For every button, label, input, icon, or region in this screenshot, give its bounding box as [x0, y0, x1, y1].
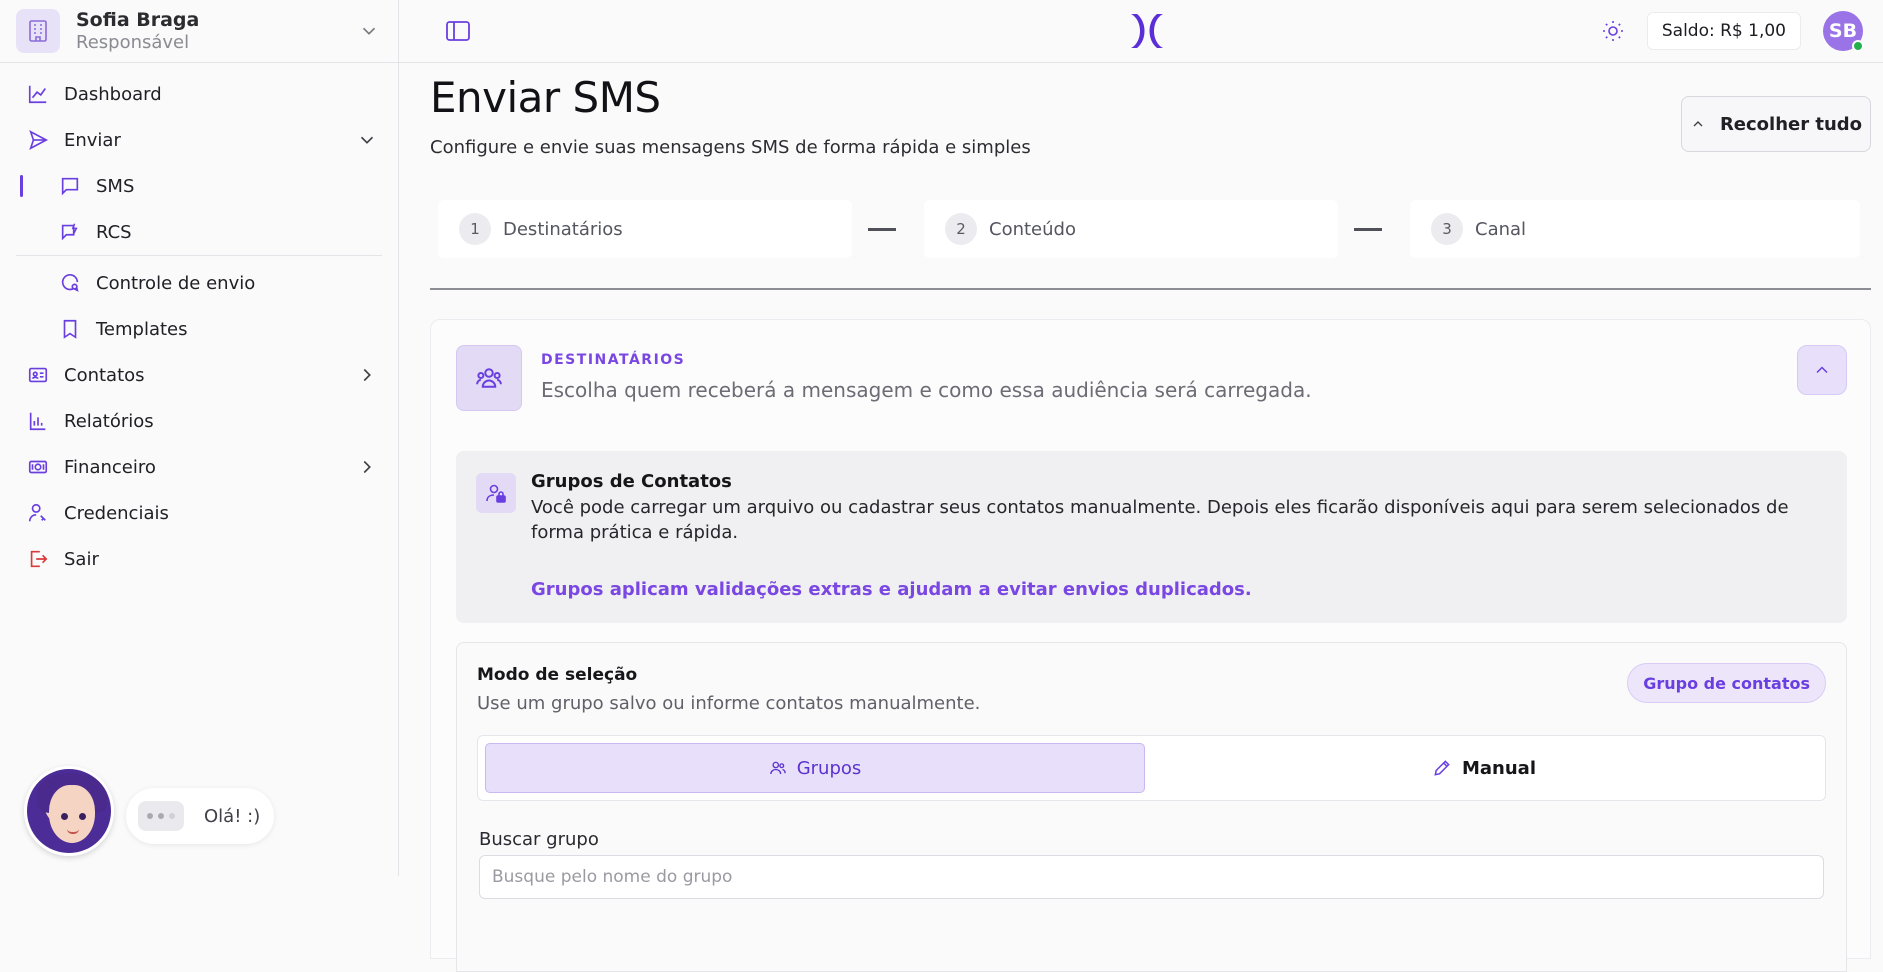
- section-collapse-button[interactable]: [1797, 345, 1847, 395]
- logout-icon: [26, 547, 50, 571]
- chevron-up-icon: [1690, 116, 1706, 132]
- sidebar-item-sair[interactable]: Sair: [0, 536, 398, 582]
- sidebar-item-enviar[interactable]: Enviar: [0, 117, 398, 163]
- user-key-icon: [26, 501, 50, 525]
- mode-option-label: Manual: [1462, 758, 1536, 779]
- sidebar-item-label: Credenciais: [64, 503, 169, 524]
- users-icon: [769, 759, 787, 777]
- step-label: Destinatários: [503, 219, 623, 240]
- step-number: 2: [945, 213, 977, 245]
- selection-mode-panel: Modo de seleção Use um grupo salvo ou in…: [456, 642, 1847, 972]
- contact-groups-info: Grupos de Contatos Você pode carregar um…: [456, 451, 1847, 623]
- pencil-icon: [1432, 758, 1452, 778]
- sidebar-item-label: Dashboard: [64, 84, 162, 105]
- step-number: 1: [459, 213, 491, 245]
- step-canal[interactable]: 3 Canal: [1410, 200, 1860, 258]
- step-separator: [868, 228, 896, 231]
- sidebar-item-sms[interactable]: SMS: [0, 163, 398, 209]
- search-group-input[interactable]: [479, 855, 1824, 899]
- step-label: Conteúdo: [989, 219, 1076, 240]
- user-name: Sofia Braga: [76, 10, 199, 31]
- online-status-dot: [1852, 40, 1864, 52]
- mode-option-groups[interactable]: Grupos: [485, 743, 1145, 793]
- mode-option-manual[interactable]: Manual: [1150, 743, 1818, 793]
- message-settings-icon: [58, 271, 82, 295]
- sidebar-item-label: Controle de envio: [96, 273, 255, 294]
- bookmark-icon: [58, 317, 82, 341]
- sidebar-item-relatorios[interactable]: Relatórios: [0, 398, 398, 444]
- sidebar-toggle-icon[interactable]: [445, 19, 471, 43]
- sidebar-item-credenciais[interactable]: Credenciais: [0, 490, 398, 536]
- chevron-down-icon[interactable]: [358, 20, 380, 42]
- topbar: Saldo: R$ 1,00 SB: [399, 0, 1883, 63]
- money-icon: [26, 455, 50, 479]
- chevron-up-icon: [1812, 360, 1832, 380]
- step-conteudo[interactable]: 2 Conteúdo: [924, 200, 1338, 258]
- assistant-chat-bubble[interactable]: Olá! :): [126, 788, 274, 844]
- mode-badge: Grupo de contatos: [1627, 663, 1826, 703]
- chevron-right-icon: [356, 364, 378, 386]
- balance-display[interactable]: Saldo: R$ 1,00: [1647, 12, 1801, 50]
- sidebar-item-label: Templates: [96, 319, 188, 340]
- page-subtitle: Configure e envie suas mensagens SMS de …: [430, 137, 1031, 158]
- chart-line-icon: [26, 82, 50, 106]
- mode-segmented-control: Grupos Manual: [477, 735, 1826, 801]
- chevron-down-icon: [356, 129, 378, 151]
- users-group-icon: [456, 345, 522, 411]
- page-title: Enviar SMS: [430, 73, 661, 122]
- step-destinatarios[interactable]: 1 Destinatários: [438, 200, 852, 258]
- sidebar-item-label: Relatórios: [64, 411, 154, 432]
- report-chart-icon: [26, 409, 50, 433]
- user-role: Responsável: [76, 33, 199, 53]
- mode-title: Modo de seleção: [477, 665, 637, 685]
- sidebar-item-controle-envio[interactable]: Controle de envio: [0, 260, 398, 306]
- search-group-label: Buscar grupo: [479, 829, 599, 850]
- stepper: 1 Destinatários 2 Conteúdo 3 Canal: [438, 200, 1868, 258]
- mode-subtitle: Use um grupo salvo ou informe contatos m…: [477, 693, 980, 714]
- main-nav: Dashboard Enviar SMS RCS Control: [0, 63, 398, 582]
- main-content: Enviar SMS Configure e envie suas mensag…: [399, 63, 1883, 876]
- mode-option-label: Grupos: [797, 758, 862, 779]
- assistant-greeting: Olá! :): [204, 806, 260, 827]
- sidebar-item-label: Enviar: [64, 130, 121, 151]
- sidebar-item-label: RCS: [96, 222, 132, 243]
- step-label: Canal: [1475, 219, 1526, 240]
- section-divider: [430, 288, 1871, 290]
- sidebar-item-contatos[interactable]: Contatos: [0, 352, 398, 398]
- info-link[interactable]: Grupos aplicam validações extras e ajuda…: [531, 579, 1252, 600]
- message-square-icon: [58, 174, 82, 198]
- sidebar-item-label: Sair: [64, 549, 99, 570]
- sidebar-item-financeiro[interactable]: Financeiro: [0, 444, 398, 490]
- section-eyebrow: DESTINATÁRIOS: [541, 352, 685, 368]
- brand-logo-icon[interactable]: [1129, 12, 1165, 50]
- step-separator: [1354, 228, 1382, 231]
- message-rcs-icon: [58, 220, 82, 244]
- collapse-all-label: Recolher tudo: [1720, 114, 1862, 135]
- collapse-all-button[interactable]: Recolher tudo: [1681, 96, 1871, 152]
- id-card-icon: [26, 363, 50, 387]
- typing-indicator-icon: [138, 801, 184, 831]
- sidebar: Sofia Braga Responsável Dashboard Enviar…: [0, 0, 399, 876]
- sidebar-item-dashboard[interactable]: Dashboard: [0, 71, 398, 117]
- section-description: Escolha quem receberá a mensagem e como …: [541, 378, 1312, 402]
- sidebar-item-rcs[interactable]: RCS: [0, 209, 398, 255]
- avatar-initials: SB: [1829, 20, 1857, 42]
- sidebar-item-templates[interactable]: Templates: [0, 306, 398, 352]
- sun-icon[interactable]: [1601, 19, 1625, 43]
- building-icon: [16, 9, 60, 53]
- assistant-avatar[interactable]: [24, 766, 114, 856]
- info-text: Você pode carregar um arquivo ou cadastr…: [531, 495, 1817, 545]
- recipients-card: DESTINATÁRIOS Escolha quem receberá a me…: [430, 319, 1871, 959]
- step-number: 3: [1431, 213, 1463, 245]
- info-title: Grupos de Contatos: [531, 471, 732, 492]
- chevron-right-icon: [356, 456, 378, 478]
- sidebar-item-label: Contatos: [64, 365, 145, 386]
- send-icon: [26, 128, 50, 152]
- avatar[interactable]: SB: [1823, 11, 1863, 51]
- user-group-lock-icon: [476, 473, 516, 513]
- sidebar-item-label: SMS: [96, 176, 134, 197]
- sidebar-item-label: Financeiro: [64, 457, 156, 478]
- account-switcher[interactable]: Sofia Braga Responsável: [0, 0, 398, 63]
- nav-divider: [16, 255, 382, 256]
